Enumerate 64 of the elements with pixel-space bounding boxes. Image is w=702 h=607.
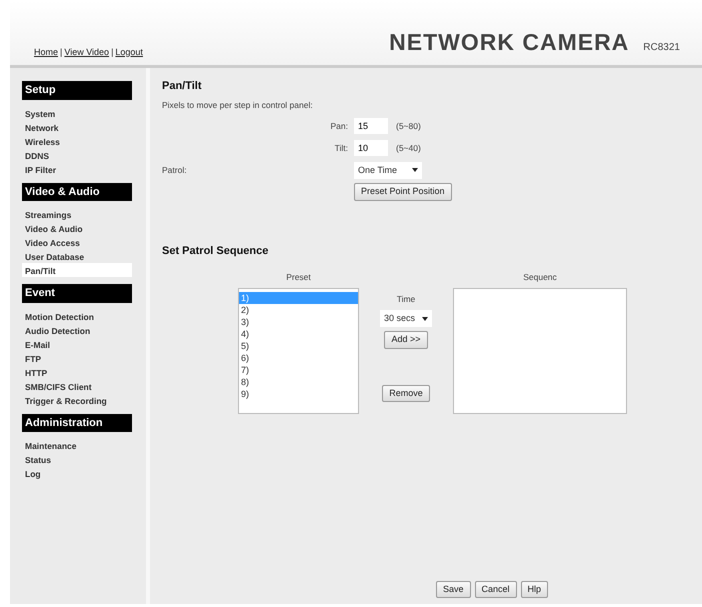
field-label: Time bbox=[396, 293, 416, 306]
patrol-dropdown[interactable]: One Time bbox=[354, 162, 422, 179]
sidebar-item[interactable]: DDNS bbox=[22, 148, 132, 162]
number-field[interactable]: 10 bbox=[354, 140, 388, 156]
column-label: Preset bbox=[286, 271, 311, 284]
sidebar-item[interactable]: E-Mail bbox=[22, 336, 132, 350]
section-title: Pan/Tilt bbox=[162, 79, 203, 94]
sidebar-item[interactable]: Pan/Tilt bbox=[22, 263, 132, 277]
sidebar-item[interactable]: Wireless bbox=[22, 134, 132, 148]
sidebar-item[interactable]: Streamings bbox=[22, 207, 132, 221]
list-option[interactable]: 8) bbox=[239, 376, 358, 388]
sequence-listbox[interactable] bbox=[453, 288, 627, 414]
sidebar-item[interactable]: SMB/CIFS Client bbox=[22, 378, 132, 392]
sidebar-item[interactable]: HTTP bbox=[22, 364, 132, 378]
list-option[interactable]: 5) bbox=[239, 340, 358, 352]
field-label: Patrol: bbox=[162, 164, 188, 177]
link-separator: | bbox=[60, 46, 62, 56]
sidebar-item[interactable]: Trigger & Recording bbox=[22, 392, 132, 406]
range-hint: (5~80) bbox=[396, 120, 421, 133]
time-dropdown[interactable]: 30 secs bbox=[380, 310, 432, 327]
sidebar-item[interactable]: Status bbox=[22, 452, 132, 466]
add-button[interactable]: Add >> bbox=[384, 331, 428, 348]
number-field[interactable]: 15 bbox=[354, 118, 388, 134]
range-hint: (5~40) bbox=[396, 142, 421, 155]
sidebar-item[interactable]: Audio Detection bbox=[22, 322, 132, 336]
list-option[interactable]: 6) bbox=[239, 352, 358, 364]
form-button[interactable]: Save bbox=[436, 580, 471, 598]
list-option[interactable]: 7) bbox=[239, 364, 358, 376]
section-heading: Setup bbox=[22, 81, 132, 100]
header-link[interactable]: View Video bbox=[64, 46, 110, 56]
field-label: Tilt: bbox=[334, 142, 348, 155]
sidebar-item[interactable]: Maintenance bbox=[22, 438, 132, 452]
list-option[interactable]: 2) bbox=[239, 304, 358, 316]
remove-button[interactable]: Remove bbox=[382, 384, 430, 402]
header-link[interactable]: Logout bbox=[115, 46, 143, 56]
list-option[interactable]: 9) bbox=[239, 388, 358, 400]
sidebar-item[interactable]: User Database bbox=[22, 249, 132, 263]
sidebar-item[interactable]: Network bbox=[22, 120, 132, 134]
preset-position-button[interactable]: Preset Point Position bbox=[354, 183, 452, 201]
list-option[interactable]: 4) bbox=[239, 328, 358, 340]
link-separator: | bbox=[111, 46, 114, 56]
form-button[interactable]: Hlp bbox=[520, 580, 548, 598]
list-option[interactable]: 3) bbox=[239, 316, 358, 328]
product-title: NETWORK CAMERA bbox=[389, 28, 630, 56]
header-link[interactable]: Home bbox=[34, 46, 58, 56]
sidebar-item[interactable]: IP Filter bbox=[22, 162, 132, 176]
section-heading: Video & Audio bbox=[22, 182, 132, 201]
sidebar-item[interactable]: Motion Detection bbox=[22, 308, 132, 322]
section-heading: Event bbox=[22, 284, 132, 302]
form-button[interactable]: Cancel bbox=[474, 580, 517, 598]
sidebar-item[interactable]: Video Access bbox=[22, 235, 132, 249]
caret-icon bbox=[412, 168, 418, 172]
preset-listbox[interactable]: 1) 2) 3) 4) 5) 6) 7) 8) 9) bbox=[238, 288, 359, 414]
description-text: Pixels to move per step in control panel: bbox=[162, 98, 314, 112]
sidebar-item[interactable]: Video & Audio bbox=[22, 221, 132, 235]
sidebar-item[interactable]: Log bbox=[22, 466, 132, 480]
field-label: Pan: bbox=[330, 120, 348, 133]
sidebar-item[interactable]: FTP bbox=[22, 350, 132, 364]
section-heading: Administration bbox=[22, 414, 132, 432]
caret-icon bbox=[422, 316, 428, 320]
model-number: RC8321 bbox=[643, 40, 680, 54]
sidebar-item[interactable]: System bbox=[22, 106, 132, 120]
section-title: Set Patrol Sequence bbox=[162, 244, 270, 259]
column-label: Sequenc bbox=[523, 271, 557, 284]
